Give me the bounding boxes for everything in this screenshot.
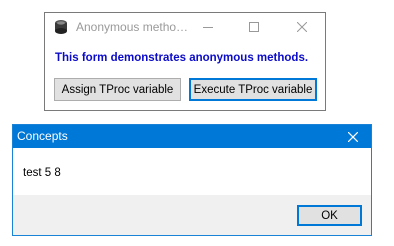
maximize-button[interactable] [231, 13, 277, 41]
dialog-title: Concepts [17, 129, 68, 143]
app-icon [54, 19, 68, 35]
close-button[interactable] [279, 13, 325, 41]
close-icon [348, 131, 358, 142]
assign-tproc-button[interactable]: Assign TProc variable [54, 78, 181, 101]
ok-button[interactable]: OK [297, 205, 362, 226]
minimize-button[interactable] [185, 13, 231, 41]
dialog-titlebar[interactable]: Concepts [13, 125, 371, 148]
dialog-close-button[interactable] [335, 125, 371, 148]
maximize-icon [249, 22, 259, 32]
main-window-titlebar[interactable]: Anonymous metho… [45, 13, 325, 41]
dialog-message: test 5 8 [23, 167, 61, 179]
close-icon [297, 22, 307, 32]
main-window-title: Anonymous metho… [76, 20, 189, 34]
execute-tproc-button[interactable]: Execute TProc variable [189, 78, 317, 101]
message-dialog: Concepts test 5 8 OK [12, 124, 372, 236]
form-heading: This form demonstrates anonymous methods… [55, 52, 309, 64]
main-window: Anonymous metho… This form demonstrates … [44, 12, 326, 111]
minimize-icon [203, 27, 213, 28]
